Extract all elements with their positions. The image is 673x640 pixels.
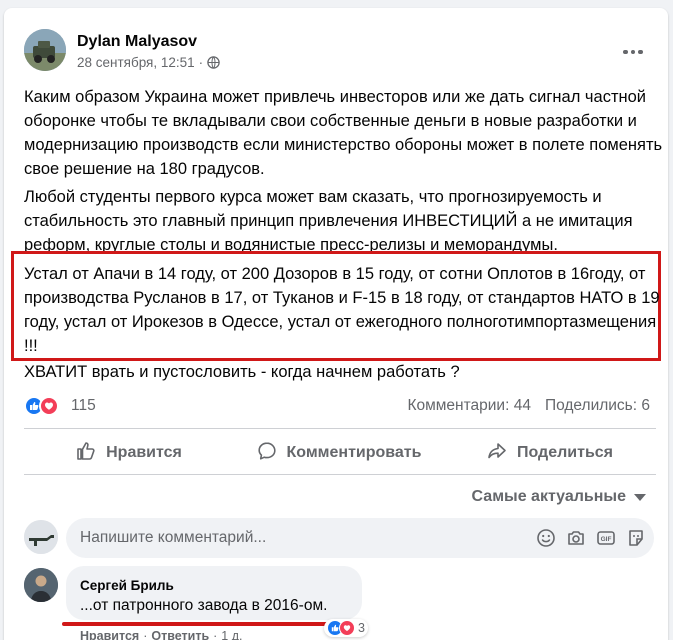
comment-button[interactable]: Комментировать: [234, 434, 444, 472]
share-label: Поделиться: [516, 444, 614, 461]
emoji-icon[interactable]: [534, 526, 558, 550]
commenter-name[interactable]: Сергей Бриль: [80, 578, 174, 593]
svg-text:GIF: GIF: [601, 536, 612, 543]
comment-reply-link[interactable]: Ответить: [151, 629, 209, 640]
post-paragraph-1: Каким образом Украина может привлечь инв…: [24, 88, 663, 178]
reactions-count: 115: [71, 397, 96, 414]
like-button[interactable]: Нравится: [24, 434, 234, 472]
post-paragraph-2: Любой студенты первого курса может вам с…: [24, 188, 633, 254]
share-icon: [487, 441, 507, 466]
globe-icon: [207, 56, 220, 69]
comment-reaction-count: 3: [358, 621, 365, 635]
meta-separator: ·: [198, 55, 204, 70]
comment-reactions[interactable]: 3: [324, 619, 368, 637]
post-timestamp[interactable]: 28 сентября, 12:51: [77, 55, 195, 70]
comment-composer[interactable]: GIF: [66, 518, 654, 558]
commenter-avatar[interactable]: [24, 568, 58, 602]
author-name[interactable]: Dylan Malyasov: [77, 33, 197, 51]
like-label: Нравится: [106, 444, 182, 461]
comment-icon: [257, 441, 277, 466]
comment-sort-dropdown[interactable]: Самые актуальные: [472, 488, 646, 506]
camera-icon[interactable]: [564, 526, 588, 550]
share-button[interactable]: Поделиться: [444, 434, 656, 472]
sort-label: Самые актуальные: [471, 488, 626, 505]
current-user-avatar[interactable]: [24, 520, 58, 554]
caret-down-icon: [634, 493, 646, 501]
action-dot: ·: [213, 629, 218, 640]
comments-count[interactable]: Комментарии: 44: [407, 397, 530, 415]
more-options-button[interactable]: [615, 40, 651, 64]
shares-count[interactable]: Поделились: 6: [545, 397, 650, 415]
comment-highlight-underline: [62, 622, 358, 626]
post-paragraph-4: ХВАТИТ врать и пустословить - когда начн…: [24, 363, 460, 381]
sticker-icon[interactable]: [624, 526, 648, 550]
comment-label: Комментировать: [286, 444, 422, 461]
post-stats: Комментарии: 44 Поделились: 6: [407, 397, 650, 415]
post-paragraph-3: Устал от Апачи в 14 году, от 200 Дозоров…: [24, 265, 660, 355]
comment-age[interactable]: 1 д.: [221, 629, 242, 640]
comment-bubble: Сергей Бриль ...от патронного завода в 2…: [66, 566, 362, 620]
comment-text: ...от патронного завода в 2016-ом.: [80, 597, 328, 614]
comment-actions: Нравится · Ответить · 1 д.: [80, 629, 243, 640]
thumbs-up-icon: [76, 441, 96, 466]
divider: [24, 428, 656, 429]
post-card: Dylan Malyasov 28 сентября, 12:51 · Каки…: [4, 8, 668, 640]
reactions-summary[interactable]: 115: [24, 396, 96, 416]
divider: [24, 474, 656, 475]
action-dot: ·: [143, 629, 148, 640]
author-avatar[interactable]: [24, 29, 66, 71]
comment-like-link[interactable]: Нравится: [80, 629, 139, 640]
love-icon: [339, 620, 355, 636]
comment-input[interactable]: [80, 518, 520, 558]
love-icon: [39, 396, 59, 416]
gif-icon[interactable]: GIF: [594, 526, 618, 550]
post-meta: 28 сентября, 12:51 ·: [77, 55, 220, 70]
